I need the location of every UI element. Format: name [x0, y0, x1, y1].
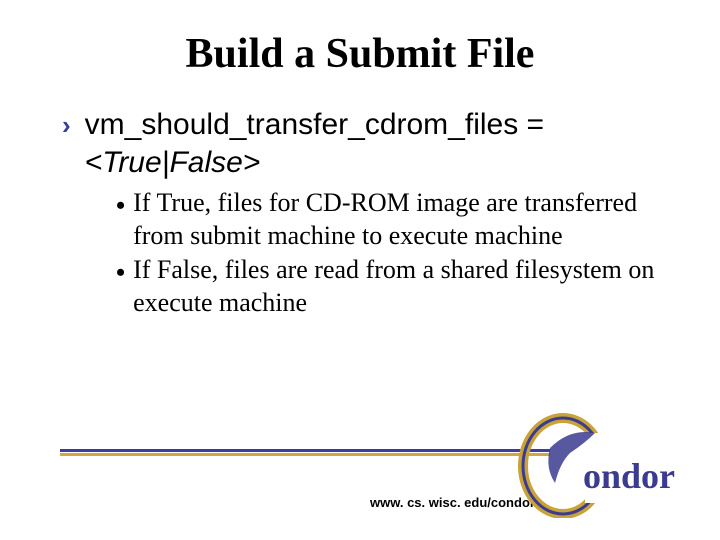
slide-body: › vm_should_transfer_cdrom_files = <True… [50, 106, 670, 319]
bullet-1-line1: vm_should_transfer_cdrom_files = [85, 108, 544, 141]
dot-icon: • [116, 260, 125, 286]
bullet-level-2: • If False, files are read from a shared… [116, 254, 670, 319]
bullet-1-line2: <True|False> [85, 146, 261, 179]
bullet-level-1: › vm_should_transfer_cdrom_files = <True… [62, 106, 670, 181]
slide: Build a Submit File › vm_should_transfer… [0, 0, 720, 540]
logo-text: ondor [583, 456, 675, 496]
chevron-right-icon: › [62, 110, 71, 141]
sub-bullet-list: • If True, files for CD-ROM image are tr… [62, 187, 670, 319]
bullet-level-2: • If True, files for CD-ROM image are tr… [116, 187, 670, 252]
divider-line [60, 449, 550, 455]
bullet-1-text: vm_should_transfer_cdrom_files = <True|F… [85, 106, 544, 181]
footer-url: www. cs. wisc. edu/condor [370, 495, 535, 510]
condor-logo-icon: ondor [515, 408, 680, 518]
slide-title: Build a Submit File [50, 30, 670, 78]
dot-icon: • [116, 193, 125, 219]
sub-bullet-text: If True, files for CD-ROM image are tran… [133, 187, 670, 252]
sub-bullet-text: If False, files are read from a shared f… [133, 254, 670, 319]
